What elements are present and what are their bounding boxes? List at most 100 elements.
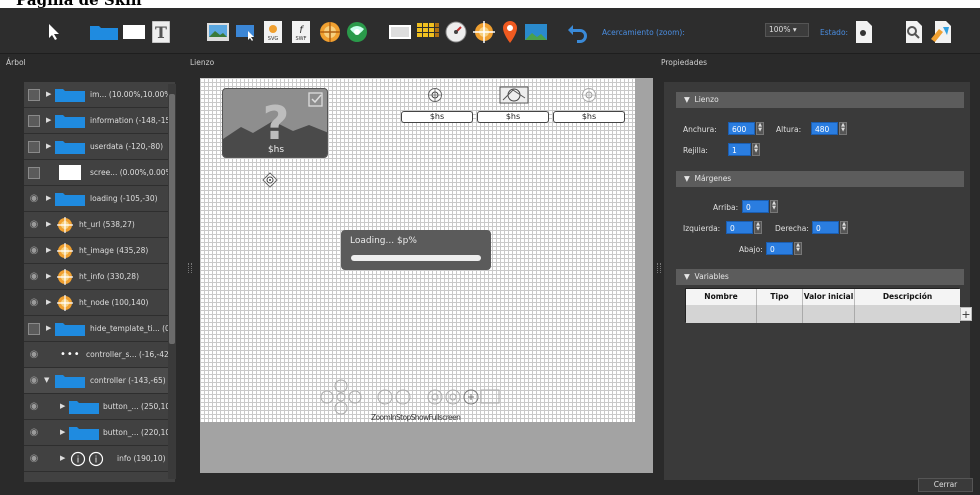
cloner-icon[interactable] [234, 19, 260, 45]
expand-arrow-icon[interactable]: ▶ [46, 220, 51, 228]
image-hotspot-icon[interactable] [499, 86, 529, 106]
tree-row[interactable]: ▶ im... (10.00%,10.00%) [24, 82, 175, 108]
tree-row[interactable]: ◉ ▼ controller (-143,-65) [24, 368, 175, 394]
column-header[interactable]: Descripción [855, 289, 960, 305]
image-placeholder[interactable]: ? $hs [222, 88, 328, 158]
hotspot-node-icon[interactable] [262, 172, 278, 190]
anchura-field[interactable]: 600 [728, 122, 755, 135]
eye-icon[interactable]: ◉ [27, 244, 41, 258]
derecha-spinner[interactable]: ▲ ▼ [840, 221, 848, 234]
add-variable-button[interactable]: + [960, 307, 972, 321]
derecha-field[interactable]: 0 [812, 221, 839, 234]
expand-arrow-icon[interactable]: ▶ [46, 90, 51, 98]
skin-canvas[interactable]: ? $hs $hs $hs $hs Loading... $p% ZoomInS… [200, 78, 635, 422]
tree-row[interactable]: ◉ ▶ button_... (250,10) [24, 394, 175, 420]
svg-icon[interactable]: SVG [260, 19, 286, 45]
visibility-checkbox[interactable] [28, 115, 40, 127]
zoom-select[interactable]: 100% ▾ [765, 23, 809, 37]
rectangle-icon[interactable] [121, 19, 147, 45]
column-header[interactable]: Valor inicial [803, 289, 855, 305]
picture-icon[interactable] [523, 19, 549, 45]
rejilla-field[interactable]: 1 [728, 143, 751, 156]
text-icon[interactable]: T [148, 19, 174, 45]
visibility-checkbox[interactable] [28, 323, 40, 335]
section-lienzo[interactable]: ▼ Lienzo [676, 92, 964, 108]
expand-arrow-icon[interactable]: ▶ [60, 454, 65, 462]
arriba-spinner[interactable]: ▲ ▼ [770, 200, 778, 213]
splitter-handle[interactable] [188, 263, 192, 273]
column-header[interactable]: Nombre [686, 289, 757, 305]
compass-icon[interactable] [471, 19, 497, 45]
izquierda-field[interactable]: 0 [726, 221, 753, 234]
visibility-checkbox[interactable] [28, 89, 40, 101]
tree-row[interactable]: ▶ userdata (-120,-80) [24, 134, 175, 160]
eye-icon[interactable]: ◉ [27, 452, 41, 466]
table-cell[interactable] [757, 305, 803, 323]
hs-label-box[interactable]: $hs [477, 111, 549, 123]
section-variables[interactable]: ▼ Variables [676, 269, 964, 285]
tree-row[interactable]: ▶ information (-148,-150) [24, 108, 175, 134]
table-cell[interactable] [855, 305, 960, 323]
arriba-field[interactable]: 0 [742, 200, 769, 213]
expand-arrow-icon[interactable]: ▶ [60, 428, 65, 436]
expand-arrow-icon[interactable]: ▶ [46, 246, 51, 254]
map-icon[interactable] [387, 19, 413, 45]
expand-arrow-icon[interactable]: ▶ [46, 142, 51, 150]
info-hotspot-icon[interactable] [427, 87, 443, 105]
tree-row[interactable]: ◉ ▶ loading (-105,-30) [24, 186, 175, 212]
izquierda-spinner[interactable]: ▲ ▼ [754, 221, 762, 234]
tree-row[interactable]: scree... (0.00%,0.00%) [24, 160, 175, 186]
anchura-spinner[interactable]: ▲ ▼ [756, 122, 764, 135]
eye-icon[interactable]: ◉ [27, 296, 41, 310]
altura-spinner[interactable]: ▲ ▼ [839, 122, 847, 135]
eye-icon[interactable]: ◉ [27, 218, 41, 232]
hs-label-box[interactable]: $hs [553, 111, 625, 123]
tree-row[interactable]: ◉ ▶ button_... (220,10) [24, 420, 175, 446]
scrollbar-thumb[interactable] [169, 94, 175, 344]
collapse-arrow-icon[interactable]: ▼ [44, 376, 49, 384]
paint-icon[interactable] [930, 19, 956, 45]
expand-arrow-icon[interactable]: ▶ [46, 272, 51, 280]
swf-icon[interactable]: f SWF [288, 19, 314, 45]
hs-label-box[interactable]: $hs [401, 111, 473, 123]
image-icon[interactable] [205, 19, 231, 45]
tree-row[interactable]: ◉ ▶ ht_info (330,28) [24, 264, 175, 290]
expand-arrow-icon[interactable]: ▶ [46, 116, 51, 124]
state-page-icon[interactable] [853, 19, 875, 45]
hotspot-icon[interactable] [344, 19, 370, 45]
expand-arrow-icon[interactable]: ▶ [46, 194, 51, 202]
tree-scrollbar[interactable] [168, 84, 176, 479]
expand-arrow-icon[interactable]: ▶ [46, 324, 51, 332]
expand-arrow-icon[interactable]: ▶ [46, 298, 51, 306]
expand-arrow-icon[interactable]: ▶ [60, 402, 65, 410]
column-header[interactable]: Tipo [757, 289, 803, 305]
search-page-icon[interactable] [903, 19, 925, 45]
pin-icon[interactable] [497, 19, 523, 45]
abajo-field[interactable]: 0 [766, 242, 793, 255]
polygon-icon[interactable] [317, 19, 343, 45]
tree-row[interactable]: ◉ ••• controller_s... (-16,-42) [24, 342, 175, 368]
eye-icon[interactable]: ◉ [27, 348, 41, 362]
folder-icon[interactable] [88, 19, 120, 45]
rejilla-spinner[interactable]: ▲ ▼ [752, 143, 760, 156]
dial-icon[interactable] [443, 19, 469, 45]
splitter-handle[interactable] [657, 263, 661, 273]
close-button[interactable]: Cerrar [918, 478, 973, 492]
visibility-checkbox[interactable] [28, 167, 40, 179]
undo-icon[interactable] [565, 19, 591, 45]
visibility-checkbox[interactable] [28, 141, 40, 153]
section-margenes[interactable]: ▼ Márgenes [676, 171, 964, 187]
eye-icon[interactable]: ◉ [27, 192, 41, 206]
eye-icon[interactable]: ◉ [27, 270, 41, 284]
loading-indicator[interactable]: Loading... $p% [341, 230, 491, 270]
abajo-spinner[interactable]: ▲ ▼ [794, 242, 802, 255]
eye-icon[interactable]: ◉ [27, 400, 41, 414]
altura-field[interactable]: 480 [811, 122, 838, 135]
table-cell[interactable] [803, 305, 855, 323]
tree-row[interactable]: ◉ ▶ ht_node (100,140) [24, 290, 175, 316]
eye-icon[interactable]: ◉ [27, 374, 41, 388]
tree-row[interactable]: ◉ ▶ ii info (190,10) [24, 446, 175, 472]
tree-row[interactable]: ◉ ▶ ht_image (435,28) [24, 238, 175, 264]
eye-icon[interactable]: ◉ [27, 426, 41, 440]
tree-row[interactable]: ▶ hide_template_ti... (0,0) [24, 316, 175, 342]
